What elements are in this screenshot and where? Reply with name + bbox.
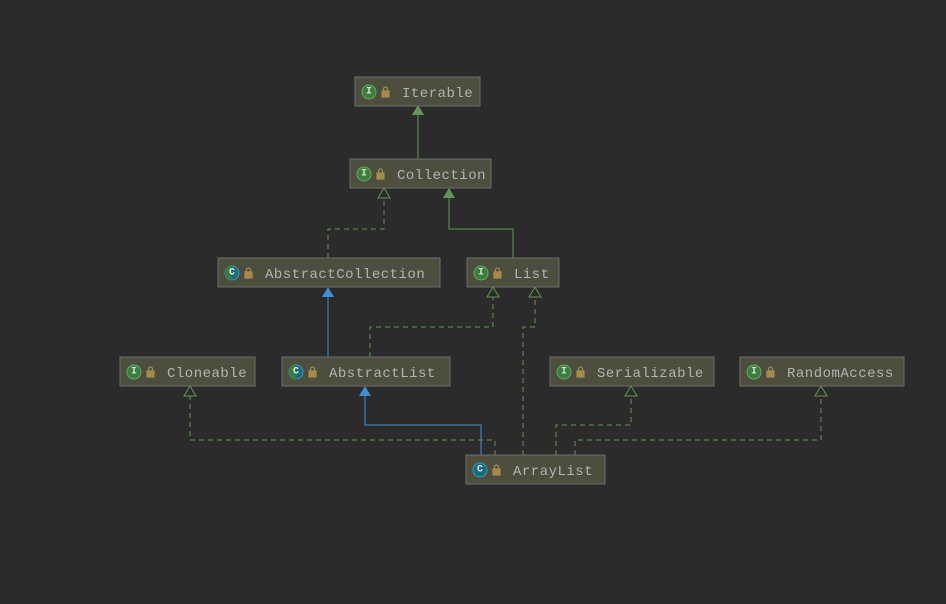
node-label: ArrayList [513, 464, 593, 480]
node-label: Collection [397, 168, 486, 184]
node-label: List [514, 267, 550, 283]
svg-text:I: I [478, 268, 484, 279]
svg-text:I: I [751, 367, 757, 378]
svg-text:C: C [293, 367, 299, 378]
node-serializable[interactable]: I Serializable [550, 357, 714, 386]
edge-list-collection [449, 198, 513, 258]
arrowhead [359, 386, 371, 396]
node-label: RandomAccess [787, 366, 894, 382]
arrowhead [378, 188, 390, 198]
node-label: Cloneable [167, 366, 247, 382]
arrowhead [184, 386, 196, 396]
node-iterable[interactable]: I Iterable [355, 77, 480, 106]
node-label: Serializable [597, 366, 704, 382]
edge-arraylist-serializable [556, 396, 631, 455]
svg-text:I: I [131, 367, 137, 378]
node-randomaccess[interactable]: I RandomAccess [740, 357, 904, 386]
arrowhead [625, 386, 637, 396]
svg-text:C: C [477, 465, 483, 476]
svg-text:I: I [366, 87, 372, 98]
edge-abstractcollection-collection [328, 198, 384, 258]
svg-text:I: I [361, 169, 367, 180]
svg-text:C: C [229, 268, 235, 279]
arrowhead [487, 287, 499, 297]
node-list[interactable]: I List [467, 258, 559, 287]
node-label: AbstractCollection [265, 267, 425, 283]
edge-arraylist-list [523, 297, 535, 455]
arrowhead [529, 287, 541, 297]
edge-arraylist-abstractlist [365, 396, 481, 455]
node-cloneable[interactable]: I Cloneable [120, 357, 255, 386]
node-label: AbstractList [329, 366, 436, 382]
node-label: Iterable [402, 86, 473, 102]
edge-abstractlist-list [370, 297, 493, 357]
node-abstractlist[interactable]: C AbstractList [282, 357, 450, 386]
node-collection[interactable]: I Collection [350, 159, 491, 188]
arrowhead [815, 386, 827, 396]
svg-text:I: I [561, 367, 567, 378]
arrowhead [322, 287, 334, 297]
class-diagram[interactable]: I Iterable I Collection C AbstractCollec… [0, 0, 946, 604]
arrowhead [443, 188, 455, 198]
node-arraylist[interactable]: C ArrayList [466, 455, 605, 484]
node-abstractcollection[interactable]: C AbstractCollection [218, 258, 440, 287]
